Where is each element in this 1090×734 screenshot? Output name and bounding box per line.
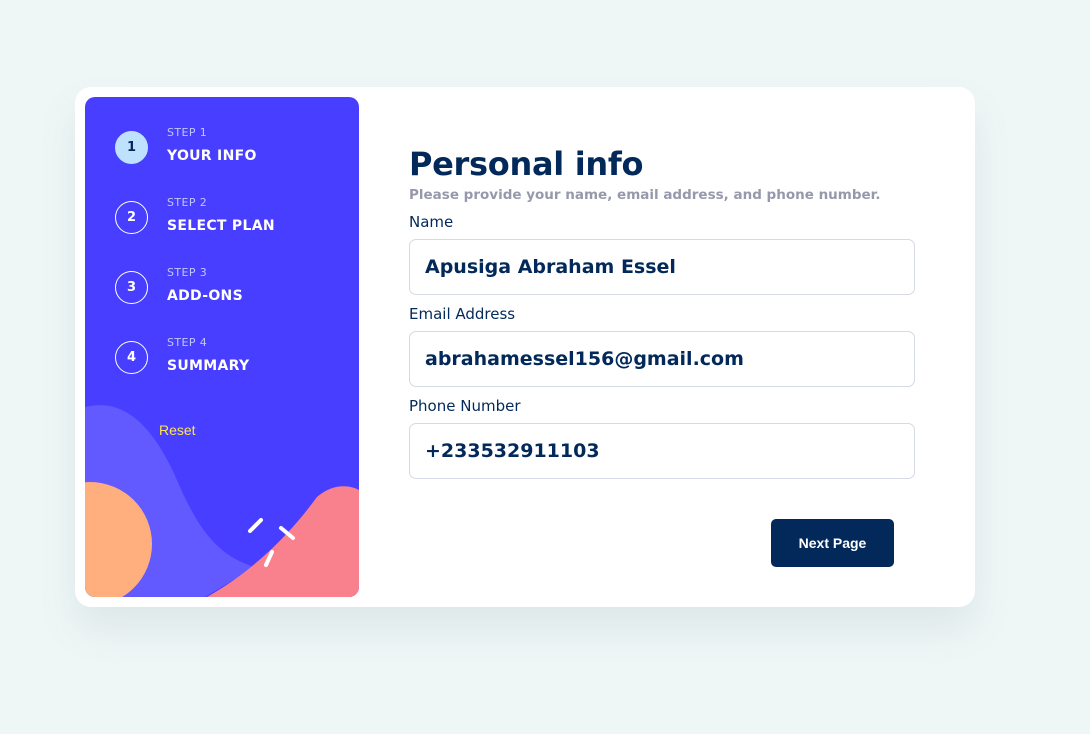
name-input[interactable] [409,239,915,295]
step-title: ADD-ONS [167,288,243,304]
step-4[interactable]: 4 STEP 4 SUMMARY [115,336,345,391]
email-label: Email Address [409,305,516,323]
step-label: STEP 3 [167,266,208,279]
name-label: Name [409,213,454,231]
step-number: 4 [115,341,148,374]
email-input[interactable] [409,331,915,387]
page-title: Personal info [409,145,644,183]
step-3[interactable]: 3 STEP 3 ADD-ONS [115,266,345,321]
step-title: SUMMARY [167,358,250,374]
page-subtitle: Please provide your name, email address,… [409,187,881,203]
step-label: STEP 1 [167,126,208,139]
phone-input[interactable] [409,423,915,479]
step-2[interactable]: 2 STEP 2 SELECT PLAN [115,196,345,251]
step-1[interactable]: 1 STEP 1 YOUR INFO [115,126,345,181]
form-card: 1 STEP 1 YOUR INFO 2 STEP 2 SELECT PLAN … [75,87,975,607]
step-title: YOUR INFO [167,148,257,164]
step-label: STEP 4 [167,336,208,349]
personal-info-form: Personal info Please provide your name, … [409,87,929,607]
next-page-button[interactable]: Next Page [771,519,894,567]
reset-link[interactable]: Reset [159,422,196,438]
step-label: STEP 2 [167,196,208,209]
step-number: 2 [115,201,148,234]
step-number: 1 [115,131,148,164]
step-sidebar: 1 STEP 1 YOUR INFO 2 STEP 2 SELECT PLAN … [85,97,359,597]
step-number: 3 [115,271,148,304]
step-title: SELECT PLAN [167,218,275,234]
phone-label: Phone Number [409,397,521,415]
